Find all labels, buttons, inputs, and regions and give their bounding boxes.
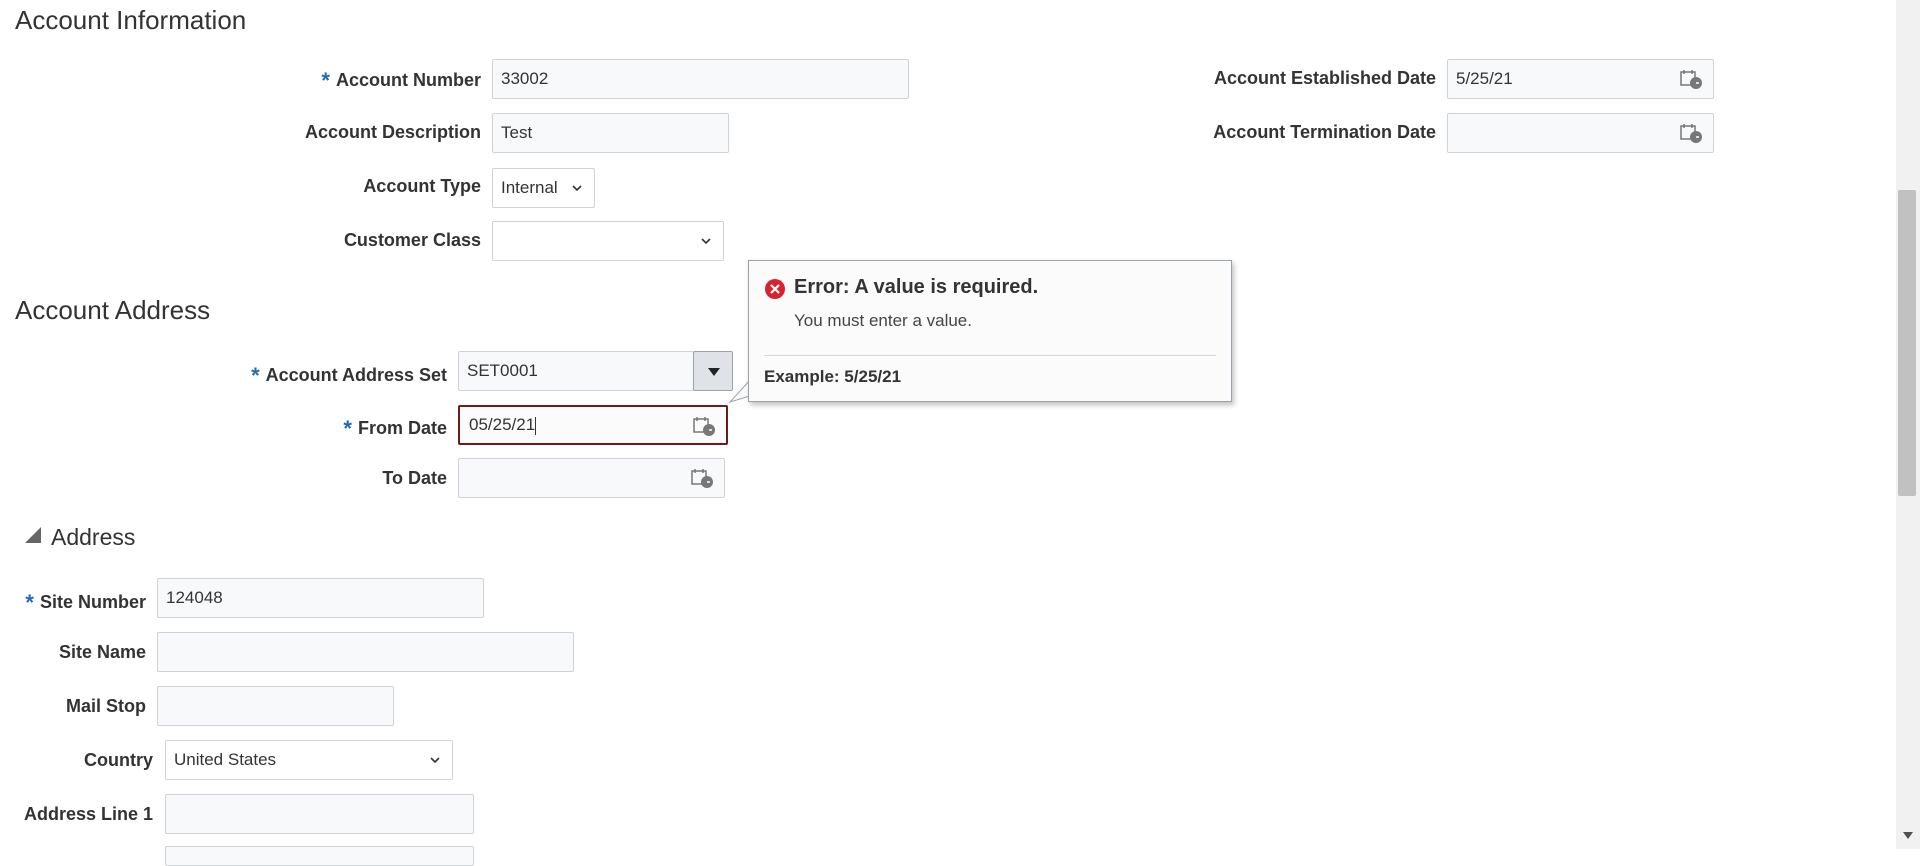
account-type-label: Account Type [363, 176, 481, 196]
account-address-set-input[interactable]: SET0001 [458, 351, 694, 391]
account-description-input[interactable]: Test [492, 113, 729, 153]
address-line-1-input[interactable] [165, 794, 474, 834]
calendar-icon[interactable] [1679, 122, 1703, 144]
error-popup-message: You must enter a value. [794, 311, 972, 330]
from-date-label: * From Date [343, 416, 447, 441]
account-termination-date-input[interactable] [1447, 113, 1714, 153]
country-select[interactable]: United States [165, 740, 453, 780]
required-marker: * [251, 363, 260, 388]
site-number-label: * Site Number [25, 590, 146, 615]
chevron-down-icon [701, 238, 711, 245]
calendar-icon[interactable] [690, 467, 714, 489]
section-title-account-address: Account Address [15, 295, 211, 325]
account-termination-date-label: Account Termination Date [1213, 122, 1436, 142]
site-name-input[interactable] [157, 632, 574, 672]
account-description-label: Account Description [304, 122, 481, 142]
from-date-value: 05/25/21 [469, 415, 536, 434]
mail-stop-input[interactable] [157, 686, 394, 726]
required-marker: * [25, 590, 34, 615]
account-type-value: Internal [501, 178, 558, 197]
section-title-account-information: Account Information [15, 5, 247, 35]
to-date-label: To Date [382, 468, 447, 488]
scrollbar-thumb[interactable] [1898, 190, 1916, 496]
account-established-date-input[interactable]: 5/25/21 [1447, 59, 1714, 99]
customer-class-select[interactable] [492, 221, 724, 261]
site-number-input[interactable]: 124048 [157, 578, 484, 618]
address-line-1-label: Address Line 1 [23, 804, 153, 824]
to-date-input[interactable] [458, 458, 725, 498]
error-popup-title: Error: A value is required. [794, 276, 1039, 298]
calendar-icon[interactable] [692, 415, 716, 437]
customer-class-label: Customer Class [343, 230, 481, 250]
error-popup-example: Example: 5/25/21 [764, 367, 902, 386]
from-date-input[interactable]: 05/25/21 [458, 405, 728, 445]
chevron-down-icon [572, 185, 582, 192]
account-number-input[interactable]: 33002 [492, 59, 909, 99]
text-caret [535, 416, 537, 435]
chevron-down-icon [430, 757, 440, 764]
country-label: Country [84, 750, 153, 770]
site-name-label: Site Name [58, 642, 146, 662]
account-address-set-label: * Account Address Set [251, 363, 447, 388]
dropdown-triangle-icon [708, 368, 720, 376]
account-established-date-label: Account Established Date [1213, 68, 1436, 88]
established-date-value: 5/25/21 [1456, 69, 1513, 88]
mail-stop-label: Mail Stop [66, 696, 146, 716]
account-number-label: * Account Number [321, 68, 481, 93]
required-marker: * [321, 68, 330, 93]
error-icon [765, 279, 785, 299]
popup-divider [764, 355, 1216, 356]
scroll-down-arrow-icon[interactable] [1903, 832, 1913, 840]
address-line-2-input[interactable] [165, 846, 474, 866]
calendar-icon[interactable] [1679, 68, 1703, 90]
required-marker: * [343, 416, 352, 441]
address-set-dropdown-button[interactable] [693, 351, 733, 391]
section-title-address[interactable]: Address [51, 524, 135, 551]
country-value: United States [174, 750, 277, 769]
collapse-triangle-icon[interactable] [24, 526, 42, 544]
account-type-select[interactable]: Internal [492, 168, 595, 208]
error-popup: Error: A value is required. You must ent… [748, 260, 1232, 402]
